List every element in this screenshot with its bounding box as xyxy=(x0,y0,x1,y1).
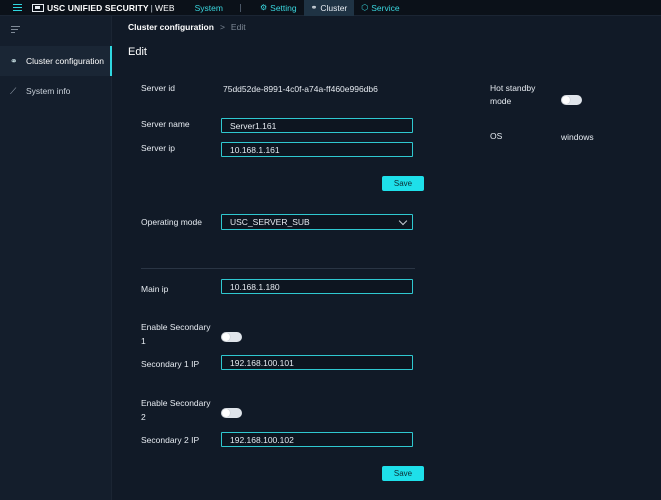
nav-service-label: Service xyxy=(371,2,400,13)
main-ip-input[interactable]: 10.168.1.180 xyxy=(221,279,413,294)
server-ip-input[interactable]: 10.168.1.161 xyxy=(221,142,413,157)
chevron-down-icon xyxy=(398,216,408,225)
server-id-value: 75dd52de-8991-4c0f-a74a-ff460e996db6 xyxy=(223,84,378,94)
save-button[interactable]: Save xyxy=(382,176,424,191)
server-name-input[interactable]: Server1.161 xyxy=(221,118,413,133)
cluster-icon: ⚭ xyxy=(310,3,318,12)
nav-setting-label: Setting xyxy=(270,2,297,13)
enable-secondary2-label-line2: 2 xyxy=(141,412,146,422)
operating-mode-value: USC_SERVER_SUB xyxy=(230,217,310,227)
logo-mark-icon xyxy=(32,3,44,12)
enable-secondary2-label-line1: Enable Secondary xyxy=(141,398,211,408)
cube-icon: ⬡ xyxy=(361,3,369,12)
sidebar-item-cluster-configuration[interactable]: ⚭ Cluster configuration xyxy=(0,46,112,76)
enable-secondary1-label-line2: 1 xyxy=(141,336,146,346)
nav-system-label: System xyxy=(194,2,223,13)
save-button-secondary[interactable]: Save xyxy=(382,466,424,481)
server-name-label: Server name xyxy=(141,119,190,129)
hot-standby-label-line1: Hot standby xyxy=(490,83,536,93)
breadcrumb-separator: > xyxy=(219,22,225,32)
os-label: OS xyxy=(490,131,503,141)
enable-secondary1-label: Enable Secondary 1 xyxy=(141,321,210,347)
top-bar: USC UNIFIED SECURITY | WEB System ⚙ Setting… xyxy=(0,0,661,16)
breadcrumb: Cluster configuration > Edit xyxy=(128,22,246,32)
sidebar-item-system-info[interactable]: ⟋ System info xyxy=(0,76,112,106)
secondary1-ip-label: Secondary 1 IP xyxy=(141,359,200,369)
sidebar-item-label: Cluster configuration xyxy=(26,56,104,66)
chart-icon: ⟋ xyxy=(10,85,17,96)
secondary2-ip-input[interactable]: 192.168.100.102 xyxy=(221,432,413,447)
gear-icon: ⚙ xyxy=(259,3,268,12)
hamburger-menu-icon[interactable] xyxy=(8,0,26,16)
section-divider xyxy=(141,268,415,269)
breadcrumb-current: Edit xyxy=(230,22,246,32)
hot-standby-label: Hot standby mode xyxy=(490,82,535,107)
enable-secondary2-label: Enable Secondary 2 xyxy=(141,397,210,423)
sidebar-item-label: System info xyxy=(26,86,71,96)
main-ip-label: Main ip xyxy=(141,284,169,294)
nav-divider xyxy=(239,3,241,12)
enable-secondary2-toggle[interactable] xyxy=(221,408,242,418)
logo-text: USC UNIFIED SECURITY | WEB xyxy=(47,2,175,13)
server-ip-label: Server ip xyxy=(141,143,176,153)
nav-setting[interactable]: ⚙ Setting xyxy=(253,0,304,16)
enable-secondary1-label-line1: Enable Secondary xyxy=(141,322,211,332)
os-value: windows xyxy=(561,132,594,142)
main-content: Cluster configuration > Edit Edit Server… xyxy=(113,16,661,500)
operating-mode-label: Operating mode xyxy=(141,217,202,227)
nav-cluster-label: Cluster xyxy=(320,2,348,13)
nav-system[interactable]: System xyxy=(195,0,230,16)
operating-mode-select[interactable]: USC_SERVER_SUB xyxy=(221,214,413,230)
sidebar: ⚭ Cluster configuration ⟋ System info xyxy=(0,16,112,500)
nav-cluster[interactable]: ⚭ Cluster xyxy=(303,0,355,16)
secondary2-ip-label: Secondary 2 IP xyxy=(141,435,200,445)
enable-secondary1-toggle[interactable] xyxy=(221,332,242,342)
nav-service[interactable]: ⬡ Service xyxy=(354,0,406,16)
hot-standby-toggle[interactable] xyxy=(561,95,582,105)
collapse-menu-icon[interactable] xyxy=(11,26,21,34)
hot-standby-label-line2: mode xyxy=(490,96,512,106)
cluster-icon: ⚭ xyxy=(10,55,18,66)
app-logo: USC UNIFIED SECURITY | WEB xyxy=(32,0,175,16)
page-title: Edit xyxy=(128,46,147,58)
secondary1-ip-input[interactable]: 192.168.100.101 xyxy=(221,355,413,370)
server-id-label: Server id xyxy=(141,83,176,93)
breadcrumb-root[interactable]: Cluster configuration xyxy=(128,22,214,32)
